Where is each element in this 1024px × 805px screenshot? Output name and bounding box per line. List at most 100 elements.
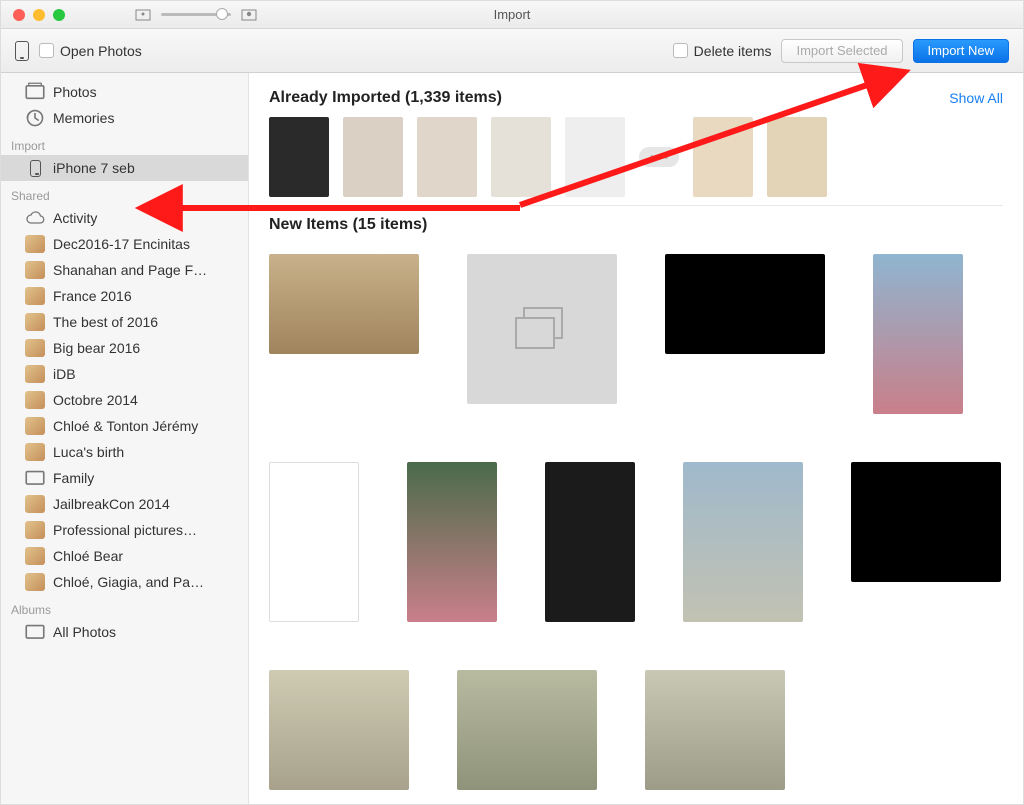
checkbox-icon [673,43,688,58]
delete-items-checkbox[interactable]: Delete items [673,43,772,59]
sidebar-item-label: Big bear 2016 [53,340,140,356]
new-item-thumbnail[interactable] [873,254,963,414]
new-item-thumbnail[interactable] [467,254,617,404]
thumb-icon [25,287,45,305]
sidebar-item-label: Photos [53,84,97,100]
sidebar-item-label: Memories [53,110,114,126]
imported-thumbnail[interactable] [417,117,477,197]
already-imported-strip [269,117,1003,206]
sidebar-item[interactable]: Octobre 2014 [1,387,248,413]
placeholder-icon [512,304,572,354]
body: PhotosMemoriesImportiPhone 7 sebSharedAc… [1,73,1023,804]
sidebar-item[interactable]: Memories [1,105,248,131]
photos-icon [25,83,45,101]
close-window-icon[interactable] [13,9,25,21]
new-item-thumbnail[interactable] [407,462,497,622]
zoom-controls [135,9,257,21]
sidebar-item-label: Professional pictures… [53,522,197,538]
sidebar-item[interactable]: Big bear 2016 [1,335,248,361]
imported-thumbnail[interactable] [693,117,753,197]
sidebar-section-label: Albums [1,595,248,619]
sidebar-item[interactable]: France 2016 [1,283,248,309]
sidebar-item[interactable]: JailbreakCon 2014 [1,491,248,517]
sidebar-item-label: Family [53,470,94,486]
thumb-icon [25,521,45,539]
thumb-icon [25,313,45,331]
import-new-button[interactable]: Import New [913,39,1009,63]
cloud-icon [25,209,45,227]
sidebar[interactable]: PhotosMemoriesImportiPhone 7 sebSharedAc… [1,73,249,804]
minimize-window-icon[interactable] [33,9,45,21]
show-all-link[interactable]: Show All [949,90,1003,106]
open-photos-label: Open Photos [60,43,142,59]
new-item-thumbnail[interactable] [457,670,597,790]
sidebar-item-label: JailbreakCon 2014 [53,496,170,512]
new-item-thumbnail[interactable] [269,670,409,790]
new-item-thumbnail[interactable] [851,462,1001,582]
thumb-icon [25,443,45,461]
sidebar-item[interactable]: Chloé & Tonton Jérémy [1,413,248,439]
sidebar-item-label: Luca's birth [53,444,124,460]
more-icon[interactable] [639,147,679,167]
import-selected-button[interactable]: Import Selected [781,39,902,63]
sidebar-item-label: Shanahan and Page F… [53,262,207,278]
content[interactable]: Already Imported (1,339 items) Show All … [249,73,1023,804]
sidebar-item[interactable]: Shanahan and Page F… [1,257,248,283]
zoom-slider[interactable] [161,13,231,16]
open-photos-checkbox[interactable]: Open Photos [39,43,142,59]
sidebar-item[interactable]: The best of 2016 [1,309,248,335]
sidebar-item[interactable]: All Photos [1,619,248,645]
new-item-thumbnail[interactable] [665,254,825,354]
sidebar-item[interactable]: Professional pictures… [1,517,248,543]
sidebar-item-label: Chloé, Giagia, and Pa… [53,574,204,590]
new-item-thumbnail[interactable] [645,670,785,790]
sidebar-item-label: The best of 2016 [53,314,158,330]
toolbar: Open Photos Delete items Import Selected… [1,29,1023,73]
imported-thumbnail[interactable] [343,117,403,197]
thumb-icon [25,547,45,565]
thumb-small-icon[interactable] [135,9,151,21]
new-items-label: New Items (15 items) [269,216,427,234]
rect-icon [25,623,45,641]
sidebar-item-label: iPhone 7 seb [53,160,135,176]
sidebar-item[interactable]: Chloé Bear [1,543,248,569]
sidebar-item[interactable]: iPhone 7 seb [1,155,248,181]
clock-icon [25,109,45,127]
sidebar-item[interactable]: Photos [1,79,248,105]
delete-items-label: Delete items [694,43,772,59]
thumb-icon [25,495,45,513]
sidebar-item-label: Dec2016-17 Encinitas [53,236,190,252]
imported-thumbnail[interactable] [767,117,827,197]
checkbox-icon [39,43,54,58]
sidebar-item[interactable]: Dec2016-17 Encinitas [1,231,248,257]
traffic-lights [1,9,65,21]
thumb-large-icon[interactable] [241,9,257,21]
new-items-header: New Items (15 items) [269,216,1003,234]
sidebar-item-label: France 2016 [53,288,132,304]
new-item-thumbnail[interactable] [269,254,419,354]
imported-thumbnail[interactable] [565,117,625,197]
new-item-thumbnail[interactable] [545,462,635,622]
sidebar-section-label: Shared [1,181,248,205]
new-item-thumbnail[interactable] [269,462,359,622]
imported-thumbnail[interactable] [269,117,329,197]
sidebar-item[interactable]: iDB [1,361,248,387]
already-imported-label: Already Imported (1,339 items) [269,89,502,107]
titlebar: Import [1,1,1023,29]
sidebar-item[interactable]: Luca's birth [1,439,248,465]
sidebar-item-label: All Photos [53,624,116,640]
zoom-window-icon[interactable] [53,9,65,21]
new-item-thumbnail[interactable] [683,462,803,622]
sidebar-item[interactable]: Activity [1,205,248,231]
phone-icon [25,159,45,177]
already-imported-header: Already Imported (1,339 items) Show All [269,89,1003,107]
sidebar-item-label: Chloé & Tonton Jérémy [53,418,198,434]
thumb-icon [25,391,45,409]
thumb-icon [25,261,45,279]
sidebar-item-label: iDB [53,366,76,382]
sidebar-item[interactable]: Family [1,465,248,491]
thumb-icon [25,573,45,591]
thumb-icon [25,365,45,383]
sidebar-item[interactable]: Chloé, Giagia, and Pa… [1,569,248,595]
imported-thumbnail[interactable] [491,117,551,197]
